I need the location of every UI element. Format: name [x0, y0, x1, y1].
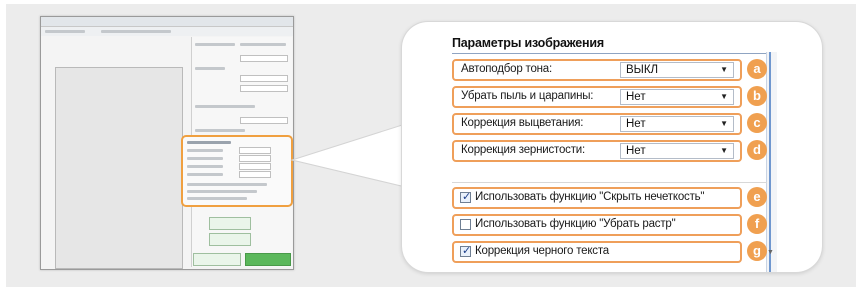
chevron-down-icon: ▼ — [720, 146, 728, 155]
group-separator — [452, 182, 767, 183]
auto-tone-value: ВЫКЛ — [626, 64, 659, 76]
dust-scratch-label: Убрать пыль и царапины: — [461, 90, 594, 102]
grain-correction-row: Коррекция зернистости: Нет ▼ — [452, 140, 742, 162]
descreen-label: Использовать функцию "Убрать растр" — [475, 218, 676, 230]
chevron-down-icon: ▼ — [720, 92, 728, 101]
black-text-checkbox[interactable]: ✓ — [460, 245, 472, 257]
fade-correction-select[interactable]: Нет ▼ — [620, 116, 734, 132]
unsharp-mask-row[interactable]: ✓ Использовать функцию "Скрыть нечеткост… — [452, 187, 742, 209]
section-title: Параметры изображения — [452, 36, 604, 50]
dust-scratch-select[interactable]: Нет ▼ — [620, 89, 734, 105]
image-settings-callout: Параметры изображения ▼ Автоподбор тона:… — [402, 22, 822, 272]
section-divider — [452, 53, 767, 54]
scroll-down-icon[interactable]: ▼ — [767, 249, 774, 256]
fade-correction-value: Нет — [626, 118, 646, 130]
grain-correction-value: Нет — [626, 145, 646, 157]
callout-badge-e: e — [747, 187, 767, 207]
chevron-down-icon: ▼ — [720, 65, 728, 74]
callout-badge-f: f — [747, 214, 767, 234]
auto-tone-label: Автоподбор тона: — [461, 63, 552, 75]
chevron-down-icon: ▼ — [720, 119, 728, 128]
fade-correction-row: Коррекция выцветания: Нет ▼ — [452, 113, 742, 135]
descreen-row[interactable]: Использовать функцию "Убрать растр" — [452, 214, 742, 236]
black-text-label: Коррекция черного текста — [475, 245, 609, 257]
auto-tone-select[interactable]: ВЫКЛ ▼ — [620, 62, 734, 78]
callout-badge-b: b — [747, 86, 767, 106]
grain-correction-select[interactable]: Нет ▼ — [620, 143, 734, 159]
unsharp-mask-checkbox[interactable]: ✓ — [460, 191, 472, 203]
descreen-checkbox[interactable] — [460, 219, 471, 230]
auto-tone-row: Автоподбор тона: ВЫКЛ ▼ — [452, 59, 742, 81]
callout-badge-d: d — [747, 140, 767, 160]
fade-correction-label: Коррекция выцветания: — [461, 117, 584, 129]
scrollbar[interactable] — [766, 52, 777, 272]
grain-correction-label: Коррекция зернистости: — [461, 144, 585, 156]
callout-badge-c: c — [747, 113, 767, 133]
black-text-row[interactable]: ✓ Коррекция черного текста — [452, 241, 742, 263]
callout-badge-a: a — [747, 59, 767, 79]
dust-scratch-value: Нет — [626, 91, 646, 103]
checkmark-icon: ✓ — [462, 245, 472, 257]
unsharp-mask-label: Использовать функцию "Скрыть нечеткость" — [475, 191, 705, 203]
dust-scratch-row: Убрать пыль и царапины: Нет ▼ — [452, 86, 742, 108]
checkmark-icon: ✓ — [462, 191, 472, 203]
callout-badge-g: g — [747, 241, 767, 261]
